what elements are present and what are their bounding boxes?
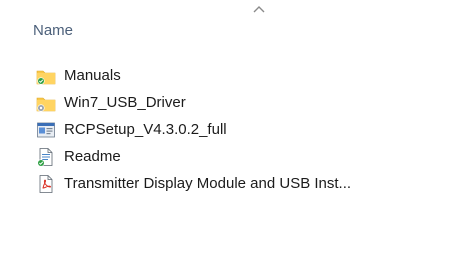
- column-header-name[interactable]: Name: [33, 20, 73, 42]
- list-item-transmitter-pdf[interactable]: Transmitter Display Module and USB Inst.…: [36, 170, 469, 197]
- file-name: Transmitter Display Module and USB Inst.…: [64, 175, 352, 192]
- file-list: Manuals Win7_USB_Driver RCPSetup_V4.3.0.…: [36, 62, 469, 197]
- pdf-document-icon: [36, 174, 56, 194]
- file-explorer-pane: Name Manuals Win7_USB_Driver RCPSetup_V4…: [0, 0, 469, 275]
- file-name: Manuals: [64, 67, 121, 84]
- list-item-manuals[interactable]: Manuals: [36, 62, 469, 89]
- list-item-readme[interactable]: Readme: [36, 143, 469, 170]
- file-name: Win7_USB_Driver: [64, 94, 186, 111]
- chevron-up-icon[interactable]: [251, 3, 267, 15]
- folder-sync-ok-icon: [36, 66, 56, 86]
- application-installer-icon: [36, 120, 56, 140]
- list-item-win7-usb-driver[interactable]: Win7_USB_Driver: [36, 89, 469, 116]
- list-item-rcpsetup[interactable]: RCPSetup_V4.3.0.2_full: [36, 116, 469, 143]
- text-document-sync-ok-icon: [36, 147, 56, 167]
- folder-sync-pending-icon: [36, 93, 56, 113]
- file-name: RCPSetup_V4.3.0.2_full: [64, 121, 227, 138]
- file-name: Readme: [64, 148, 121, 165]
